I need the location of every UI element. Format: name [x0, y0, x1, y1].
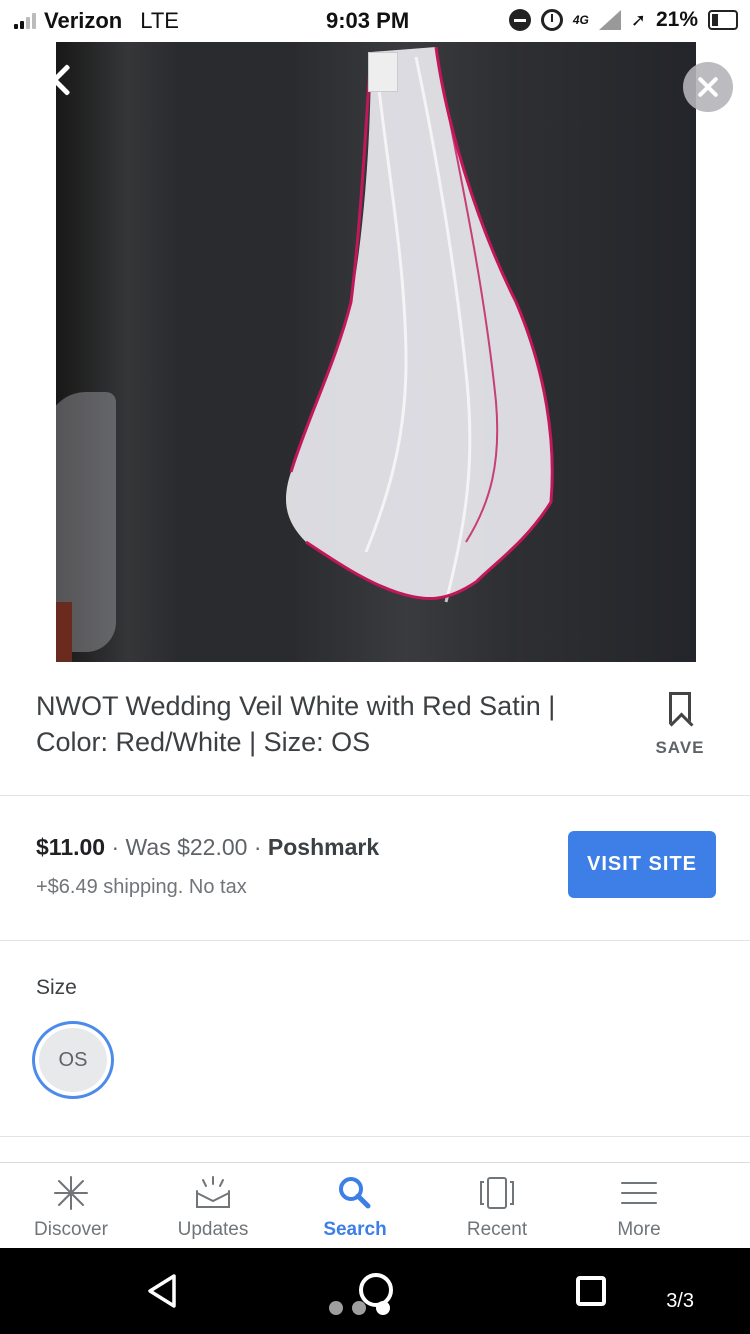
product-title: NWOT Wedding Veil White with Red Satin |… [36, 691, 556, 757]
carrier-name: Verizon [44, 8, 123, 33]
network-gen: 4G [572, 13, 589, 27]
product-image[interactable] [56, 42, 696, 662]
save-label: SAVE [655, 738, 705, 757]
battery-percent: 21% [655, 8, 698, 31]
overview-icon[interactable] [576, 1276, 606, 1306]
nav-search[interactable]: Search [284, 1163, 426, 1248]
offer-line: $11.00 · Was $22.00 · Poshmark [36, 834, 379, 861]
asterisk-icon [54, 1176, 88, 1210]
search-icon [339, 1177, 371, 1209]
photo-object [56, 602, 72, 662]
nav-label: Search [323, 1219, 387, 1240]
size-option-label: OS [39, 1028, 107, 1092]
page-indicator: 3/3 [666, 1290, 694, 1312]
network-type: LTE [140, 8, 179, 33]
visit-site-button[interactable]: VISIT SITE [568, 831, 716, 898]
menu-icon [621, 1182, 657, 1204]
location-icon: ➚ [630, 9, 646, 30]
close-icon[interactable] [36, 62, 72, 98]
divider [0, 1136, 750, 1137]
carrier-group: Verizon LTE [14, 8, 179, 34]
nav-more[interactable]: More [568, 1163, 710, 1248]
veil-illustration [286, 46, 554, 603]
home-icon[interactable] [326, 1268, 396, 1318]
shipping-info: +$6.49 shipping. No tax [36, 876, 247, 898]
nav-label: Recent [466, 1219, 528, 1240]
battery-icon [708, 10, 738, 30]
updates-inbox-icon [196, 1176, 230, 1208]
size-heading: Size [36, 976, 77, 999]
size-option-os[interactable]: OS [32, 1021, 114, 1099]
separator: · [111, 834, 126, 860]
cell-signal-icon [598, 10, 621, 30]
nav-updates[interactable]: Updates [142, 1163, 284, 1248]
current-price: $11.00 [36, 834, 106, 860]
nav-label: More [617, 1219, 661, 1240]
price-tag [368, 52, 398, 92]
bookmark-icon [669, 692, 691, 724]
bottom-nav: Discover Updates Search Recent More [0, 1162, 750, 1248]
recent-cards-icon [480, 1177, 514, 1209]
nav-discover[interactable]: Discover [0, 1163, 142, 1248]
nav-label: Updates [177, 1219, 249, 1240]
save-button[interactable]: SAVE [648, 692, 712, 758]
divider [0, 795, 750, 796]
divider [0, 940, 750, 941]
status-bar: Verizon LTE 9:03 PM 4G ➚ 21% [0, 0, 750, 44]
system-nav-bar: 3/3 [0, 1248, 750, 1334]
nav-label: Discover [34, 1219, 108, 1240]
separator: · [253, 834, 268, 860]
merchant-name: Poshmark [267, 834, 380, 860]
do-not-disturb-icon [508, 9, 531, 31]
back-icon[interactable] [144, 1272, 180, 1310]
status-icons: 4G ➚ 21% [508, 8, 738, 32]
was-price: Was $22.00 [125, 834, 248, 860]
alarm-icon [540, 9, 563, 31]
status-time: 9:03 PM [326, 8, 410, 33]
close-button[interactable] [683, 62, 733, 112]
signal-icon [14, 13, 36, 29]
nav-recent[interactable]: Recent [426, 1163, 568, 1248]
